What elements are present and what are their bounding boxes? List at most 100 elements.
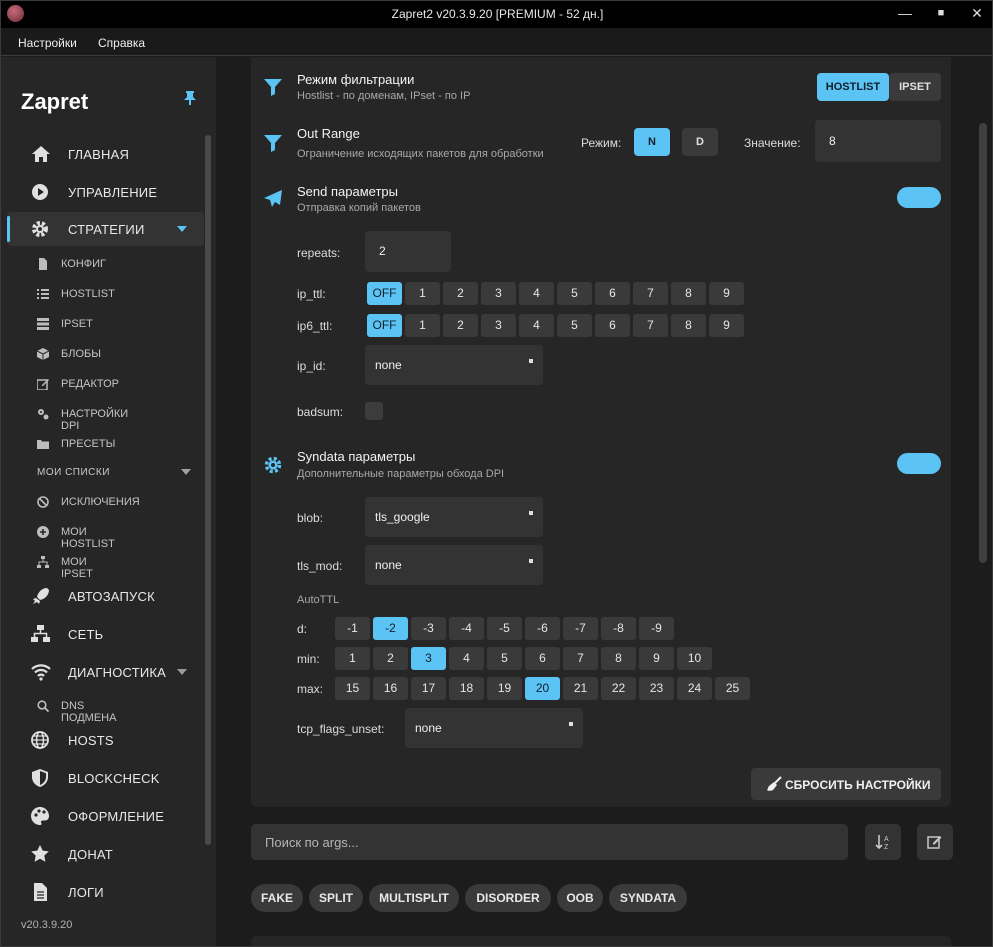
- reset-settings-button[interactable]: СБРОСИТЬ НАСТРОЙКИ: [751, 768, 941, 800]
- tcp-flags-select[interactable]: none: [405, 708, 583, 748]
- badsum-checkbox[interactable]: [365, 402, 383, 420]
- sidebar-item-logs[interactable]: ЛОГИ: [7, 875, 204, 909]
- maximize-button[interactable]: ■: [923, 1, 959, 28]
- tag-fake[interactable]: FAKE: [251, 884, 303, 912]
- autottl-d-option[interactable]: -6: [525, 617, 560, 640]
- sort-button[interactable]: AZ: [865, 824, 901, 860]
- autottl-min-option[interactable]: 8: [601, 647, 636, 670]
- autottl-d-option[interactable]: -5: [487, 617, 522, 640]
- autottl-max-option[interactable]: 16: [373, 677, 408, 700]
- out-range-value-input[interactable]: 8: [815, 120, 941, 162]
- autottl-max-option[interactable]: 17: [411, 677, 446, 700]
- chevron-down-icon[interactable]: [177, 669, 187, 675]
- ip6-ttl-option[interactable]: 1: [405, 314, 440, 337]
- strategy-list-card: [251, 936, 951, 946]
- ip6-ttl-option[interactable]: 3: [481, 314, 516, 337]
- sidebar-item-blockcheck[interactable]: BLOCKCHECK: [7, 761, 204, 795]
- tag-disorder[interactable]: DISORDER: [465, 884, 551, 912]
- sidebar-item-network[interactable]: СЕТЬ: [7, 617, 204, 651]
- sidebar-item-strategies[interactable]: СТРАТЕГИИ: [7, 212, 204, 246]
- menu-settings[interactable]: Настройки: [18, 36, 77, 50]
- ip6-ttl-option[interactable]: OFF: [367, 314, 402, 337]
- sidebar-item-hosts[interactable]: HOSTS: [7, 723, 204, 757]
- sidebar-scrollbar[interactable]: [205, 135, 211, 845]
- main-scrollbar[interactable]: [979, 123, 987, 563]
- blob-select[interactable]: tls_google: [365, 497, 543, 537]
- autottl-min-option[interactable]: 7: [563, 647, 598, 670]
- sidebar-item-donate[interactable]: ДОНАТ: [7, 837, 204, 871]
- tag-oob[interactable]: OOB: [557, 884, 603, 912]
- ip6-ttl-option[interactable]: 4: [519, 314, 554, 337]
- ip6-ttl-option[interactable]: 6: [595, 314, 630, 337]
- autottl-d-option[interactable]: -4: [449, 617, 484, 640]
- autottl-min-option[interactable]: 9: [639, 647, 674, 670]
- autottl-min-option[interactable]: 2: [373, 647, 408, 670]
- filter-ipset-button[interactable]: IPSET: [889, 73, 941, 101]
- autottl-max-option[interactable]: 20: [525, 677, 560, 700]
- autottl-max-option[interactable]: 19: [487, 677, 522, 700]
- pin-icon[interactable]: [184, 91, 196, 110]
- ip-ttl-option[interactable]: 8: [671, 282, 706, 305]
- sidebar-item-diagnostics[interactable]: ДИАГНОСТИКА: [7, 655, 204, 689]
- ip-ttl-option[interactable]: 5: [557, 282, 592, 305]
- chevron-down-icon[interactable]: [177, 226, 187, 232]
- ip-ttl-option[interactable]: 4: [519, 282, 554, 305]
- autottl-d-option[interactable]: -7: [563, 617, 598, 640]
- minimize-button[interactable]: —: [887, 1, 923, 28]
- autottl-max-option[interactable]: 21: [563, 677, 598, 700]
- tls-mod-select[interactable]: none: [365, 545, 543, 585]
- ip-id-select[interactable]: none: [365, 345, 543, 385]
- tag-syndata[interactable]: SYNDATA: [609, 884, 687, 912]
- ip-ttl-option[interactable]: 1: [405, 282, 440, 305]
- filter-hostlist-button[interactable]: HOSTLIST: [817, 73, 889, 101]
- ip-ttl-option[interactable]: OFF: [367, 282, 402, 305]
- autottl-max-option[interactable]: 24: [677, 677, 712, 700]
- sidebar-item-home[interactable]: ГЛАВНАЯ: [7, 137, 204, 171]
- autottl-min-option[interactable]: 3: [411, 647, 446, 670]
- autottl-min-option[interactable]: 5: [487, 647, 522, 670]
- syndata-toggle[interactable]: [897, 453, 941, 474]
- autottl-d-option[interactable]: -8: [601, 617, 636, 640]
- ip-ttl-option[interactable]: 7: [633, 282, 668, 305]
- dropdown-icon: [529, 511, 533, 515]
- autottl-min-option[interactable]: 4: [449, 647, 484, 670]
- autottl-min-option[interactable]: 1: [335, 647, 370, 670]
- autottl-d-option[interactable]: -1: [335, 617, 370, 640]
- sidebar-item-appearance[interactable]: ОФОРМЛЕНИЕ: [7, 799, 204, 833]
- tag-multisplit[interactable]: MULTISPLIT: [369, 884, 459, 912]
- autottl-max-option[interactable]: 23: [639, 677, 674, 700]
- edit-args-button[interactable]: [917, 824, 953, 860]
- close-button[interactable]: ✕: [959, 1, 992, 28]
- out-range-mode-n-button[interactable]: N: [634, 128, 670, 156]
- ip6-ttl-option[interactable]: 5: [557, 314, 592, 337]
- out-range-mode-d-button[interactable]: D: [682, 128, 718, 156]
- autottl-max-option[interactable]: 15: [335, 677, 370, 700]
- tag-split[interactable]: SPLIT: [309, 884, 363, 912]
- ip-ttl-option[interactable]: 2: [443, 282, 478, 305]
- sidebar-item-autostart[interactable]: АВТОЗАПУСК: [7, 579, 204, 613]
- autottl-d-option[interactable]: -2: [373, 617, 408, 640]
- sidebar-item-control[interactable]: УПРАВЛЕНИЕ: [7, 175, 204, 209]
- autottl-max-option[interactable]: 25: [715, 677, 750, 700]
- autottl-min-option[interactable]: 6: [525, 647, 560, 670]
- autottl-max-option[interactable]: 18: [449, 677, 484, 700]
- ip-ttl-option[interactable]: 6: [595, 282, 630, 305]
- globe-icon: [31, 731, 49, 749]
- ip6-ttl-option[interactable]: 9: [709, 314, 744, 337]
- autottl-d-option[interactable]: -3: [411, 617, 446, 640]
- sidebar-item-label: ЛОГИ: [68, 885, 104, 900]
- chevron-down-icon[interactable]: [181, 469, 191, 475]
- send-toggle[interactable]: [897, 187, 941, 208]
- ip6-ttl-option[interactable]: 7: [633, 314, 668, 337]
- ip6-ttl-option[interactable]: 2: [443, 314, 478, 337]
- autottl-d-option[interactable]: -9: [639, 617, 674, 640]
- sidebar-item-label: ДИАГНОСТИКА: [68, 665, 167, 680]
- ip-ttl-option[interactable]: 9: [709, 282, 744, 305]
- autottl-min-option[interactable]: 10: [677, 647, 712, 670]
- menu-help[interactable]: Справка: [98, 36, 145, 50]
- ip6-ttl-option[interactable]: 8: [671, 314, 706, 337]
- search-input[interactable]: Поиск по args...: [251, 824, 848, 860]
- autottl-max-option[interactable]: 22: [601, 677, 636, 700]
- ip-ttl-option[interactable]: 3: [481, 282, 516, 305]
- repeats-input[interactable]: 2: [365, 231, 451, 272]
